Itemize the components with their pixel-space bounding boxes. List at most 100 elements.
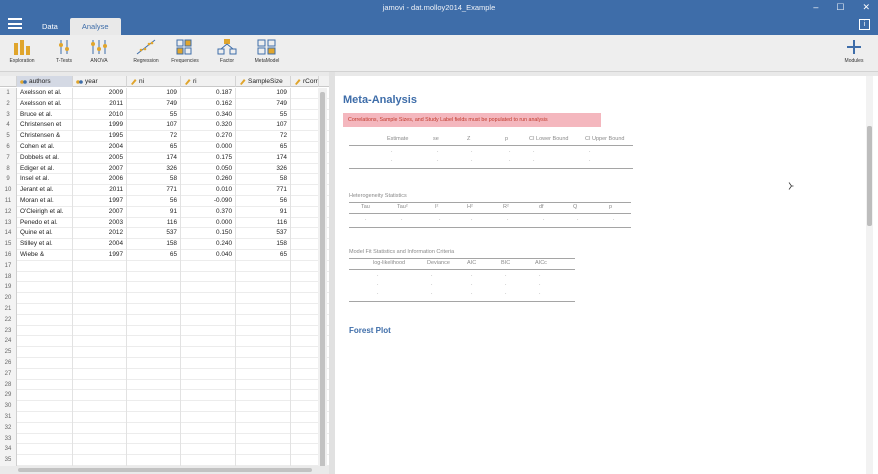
row-number[interactable]: 5 (0, 131, 17, 142)
table-cell[interactable]: 0.000 (181, 217, 236, 229)
table-cell[interactable] (181, 304, 236, 315)
table-cell[interactable] (291, 412, 319, 423)
row-number[interactable]: 33 (0, 433, 17, 445)
table-cell[interactable] (236, 422, 291, 434)
table-cell[interactable] (181, 260, 236, 272)
results-scrollbar[interactable] (866, 76, 873, 474)
info-icon[interactable]: i (859, 19, 870, 30)
table-cell[interactable] (236, 336, 291, 348)
table-cell[interactable]: 0.010 (181, 185, 236, 196)
table-cell[interactable] (236, 282, 291, 294)
table-cell[interactable] (127, 444, 181, 456)
table-cell[interactable] (291, 282, 319, 294)
table-cell[interactable] (127, 347, 181, 358)
table-cell[interactable]: Insel et al. (17, 174, 73, 186)
table-cell[interactable] (127, 304, 181, 315)
table-cell[interactable] (73, 412, 127, 423)
table-cell[interactable] (73, 347, 127, 358)
table-cell[interactable]: 2005 (73, 152, 127, 164)
table-cell[interactable] (73, 293, 127, 304)
anova-button[interactable]: ANOVA (77, 38, 121, 64)
row-number[interactable]: 32 (0, 422, 17, 434)
table-cell[interactable]: Quine et al. (17, 228, 73, 240)
table-row[interactable]: 8 Ediger et al. 2007 326 0.050 326 (0, 163, 329, 175)
table-row[interactable]: 34 (0, 444, 329, 456)
table-row[interactable]: 21 (0, 304, 329, 315)
table-cell[interactable] (181, 422, 236, 434)
table-cell[interactable]: O'Cleirigh et al. (17, 206, 73, 218)
table-cell[interactable] (291, 239, 319, 250)
table-cell[interactable]: 0.370 (181, 206, 236, 218)
table-cell[interactable]: Jerant et al. (17, 185, 73, 196)
row-number[interactable]: 9 (0, 174, 17, 186)
table-cell[interactable]: 116 (127, 217, 181, 229)
spreadsheet-vertical-scrollbar[interactable] (318, 88, 327, 466)
table-cell[interactable] (73, 422, 127, 434)
column-header-authors[interactable]: authors (17, 76, 73, 87)
table-row[interactable]: 29 (0, 390, 329, 402)
table-cell[interactable] (181, 336, 236, 348)
table-cell[interactable]: 0.175 (181, 152, 236, 164)
table-cell[interactable]: Bruce et al. (17, 109, 73, 121)
table-row[interactable]: 20 (0, 293, 329, 304)
table-cell[interactable]: 2004 (73, 142, 127, 153)
table-cell[interactable] (73, 358, 127, 369)
table-cell[interactable]: 771 (127, 185, 181, 196)
table-row[interactable]: 11 Moran et al. 1997 56 -0.090 56 (0, 196, 329, 207)
table-cell[interactable]: Penedo et al. (17, 217, 73, 229)
row-number[interactable]: 27 (0, 368, 17, 380)
table-cell[interactable] (73, 260, 127, 272)
table-cell[interactable] (127, 358, 181, 369)
table-cell[interactable] (291, 325, 319, 337)
tab-data[interactable]: Data (30, 18, 70, 35)
table-cell[interactable] (181, 455, 236, 466)
table-cell[interactable]: 72 (127, 131, 181, 142)
table-cell[interactable]: 326 (127, 163, 181, 175)
table-cell[interactable] (181, 379, 236, 391)
table-cell[interactable] (236, 455, 291, 466)
table-cell[interactable] (291, 98, 319, 110)
table-cell[interactable]: Cohen et al. (17, 142, 73, 153)
table-cell[interactable]: 107 (236, 120, 291, 132)
row-number[interactable]: 1 (0, 88, 17, 99)
table-cell[interactable] (17, 455, 73, 466)
table-cell[interactable]: Christensen et (17, 120, 73, 132)
table-cell[interactable] (127, 336, 181, 348)
table-cell[interactable] (73, 304, 127, 315)
table-cell[interactable] (17, 347, 73, 358)
table-cell[interactable]: Axelsson et al. (17, 98, 73, 110)
table-cell[interactable]: 1999 (73, 120, 127, 132)
row-number[interactable]: 35 (0, 455, 17, 466)
table-cell[interactable]: 58 (236, 174, 291, 186)
table-cell[interactable] (291, 250, 319, 261)
table-cell[interactable] (73, 368, 127, 380)
maximize-button[interactable]: ☐ (836, 2, 844, 13)
table-cell[interactable] (291, 379, 319, 391)
table-cell[interactable] (291, 433, 319, 445)
table-row[interactable]: 22 (0, 314, 329, 326)
table-cell[interactable] (291, 293, 319, 304)
table-cell[interactable] (17, 422, 73, 434)
table-cell[interactable]: 65 (127, 250, 181, 261)
table-cell[interactable] (236, 401, 291, 412)
table-row[interactable]: 16 Wiebe & 1997 65 0.040 65 (0, 250, 329, 261)
row-number[interactable]: 17 (0, 260, 17, 272)
column-header-samplesize[interactable]: SampleSize (236, 76, 291, 87)
row-number[interactable]: 25 (0, 347, 17, 358)
table-cell[interactable] (17, 304, 73, 315)
row-number[interactable]: 10 (0, 185, 17, 196)
table-cell[interactable]: 0.162 (181, 98, 236, 110)
table-cell[interactable] (17, 444, 73, 456)
table-cell[interactable]: 56 (127, 196, 181, 207)
table-cell[interactable]: 0.000 (181, 142, 236, 153)
table-cell[interactable] (291, 206, 319, 218)
table-cell[interactable] (236, 444, 291, 456)
table-cell[interactable] (127, 271, 181, 283)
table-row[interactable]: 9 Insel et al. 2006 58 0.260 58 (0, 174, 329, 186)
table-cell[interactable] (291, 196, 319, 207)
row-number[interactable]: 6 (0, 142, 17, 153)
table-row[interactable]: 30 (0, 401, 329, 412)
table-row[interactable]: 32 (0, 422, 329, 434)
table-cell[interactable]: 174 (127, 152, 181, 164)
table-cell[interactable] (291, 217, 319, 229)
